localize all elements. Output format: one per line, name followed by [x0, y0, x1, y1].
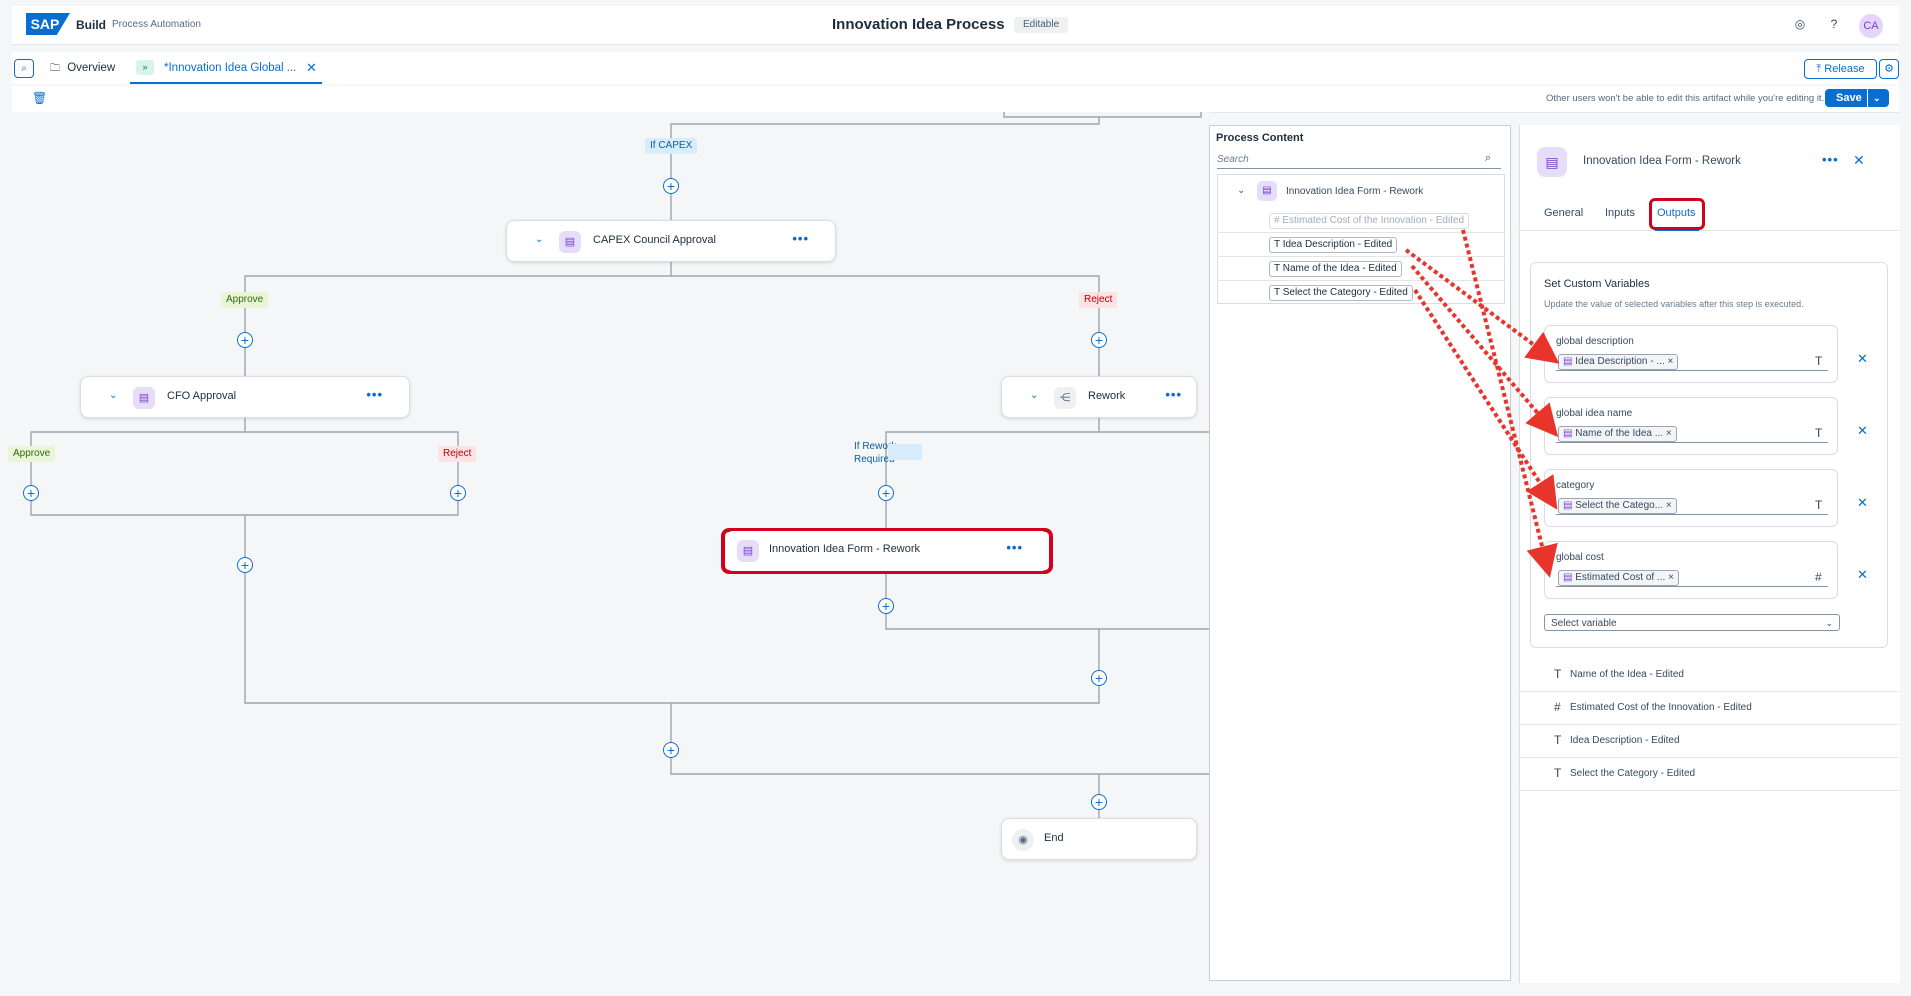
annotation-arrows	[1404, 229, 1560, 578]
